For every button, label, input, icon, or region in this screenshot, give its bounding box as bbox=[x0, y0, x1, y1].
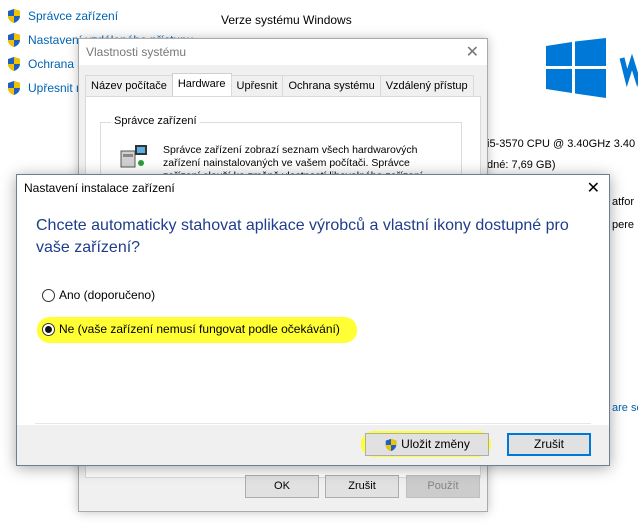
sidebar-link-device-manager[interactable]: Správce zařízení bbox=[6, 6, 118, 26]
dialog-cancel-button[interactable]: Zrušit bbox=[507, 433, 591, 456]
dialog-question: Chcete automaticky stahovat aplikace výr… bbox=[36, 217, 569, 256]
radio-label[interactable]: Ne (vaše zařízení nemusí fungovat podle … bbox=[59, 322, 340, 336]
apply-button: Použít bbox=[406, 475, 480, 498]
radio-label[interactable]: Ano (doporučeno) bbox=[59, 288, 155, 302]
uac-shield-icon bbox=[8, 81, 20, 95]
tab-computer-name[interactable]: Název počítače bbox=[85, 75, 173, 97]
save-changes-button[interactable]: Uložit změny bbox=[365, 433, 489, 456]
save-changes-label: Uložit změny bbox=[401, 437, 470, 451]
ram-text: dné: 7,69 GB) bbox=[487, 159, 556, 171]
cancel-button[interactable]: Zrušit bbox=[325, 475, 399, 498]
dialog-title: Nastavení instalace zařízení bbox=[24, 181, 175, 195]
close-icon[interactable]: ✕ bbox=[587, 178, 600, 198]
windows-logo-icon bbox=[546, 38, 638, 98]
uac-shield-icon bbox=[8, 9, 20, 23]
system-properties-titlebar: Vlastnosti systému ✕ bbox=[79, 39, 487, 65]
sidebar-link-label: Správce zařízení bbox=[28, 9, 119, 23]
dialog-titlebar: Nastavení instalace zařízení ✕ bbox=[17, 175, 609, 201]
uac-shield-icon bbox=[385, 438, 397, 451]
change-settings-link[interactable]: are se bbox=[612, 402, 638, 414]
device-manager-icon bbox=[120, 145, 147, 168]
uac-shield-icon bbox=[8, 33, 20, 47]
close-icon[interactable]: ✕ bbox=[466, 42, 479, 62]
radio-button-selected[interactable] bbox=[42, 322, 55, 336]
device-installation-dialog: Nastavení instalace zařízení ✕ Chcete au… bbox=[16, 174, 610, 466]
tab-hardware[interactable]: Hardware bbox=[171, 73, 232, 98]
windows-edition-heading: Verze systému Windows bbox=[221, 13, 352, 27]
group-label: Správce zařízení bbox=[111, 115, 200, 127]
radio-button[interactable] bbox=[42, 288, 55, 302]
processor-text: i5-3570 CPU @ 3.40GHz 3.40 bbox=[487, 138, 636, 150]
radio-option-yes[interactable]: Ano (doporučeno) bbox=[42, 286, 155, 304]
platform-text: atfor bbox=[612, 196, 635, 208]
radio-option-no[interactable]: Ne (vaše zařízení nemusí fungovat podle … bbox=[42, 320, 340, 338]
system-properties-tabs: Název počítače Hardware Upřesnit Ochrana… bbox=[85, 73, 474, 98]
system-properties-title: Vlastnosti systému bbox=[86, 45, 187, 59]
pen-text: pere bbox=[612, 219, 635, 231]
divider bbox=[35, 423, 591, 424]
tab-advanced[interactable]: Upřesnit bbox=[230, 75, 284, 97]
tab-remote[interactable]: Vzdálený přístup bbox=[379, 75, 474, 97]
ok-button[interactable]: OK bbox=[245, 475, 319, 498]
uac-shield-icon bbox=[8, 57, 20, 71]
tab-system-protection[interactable]: Ochrana systému bbox=[282, 75, 381, 97]
